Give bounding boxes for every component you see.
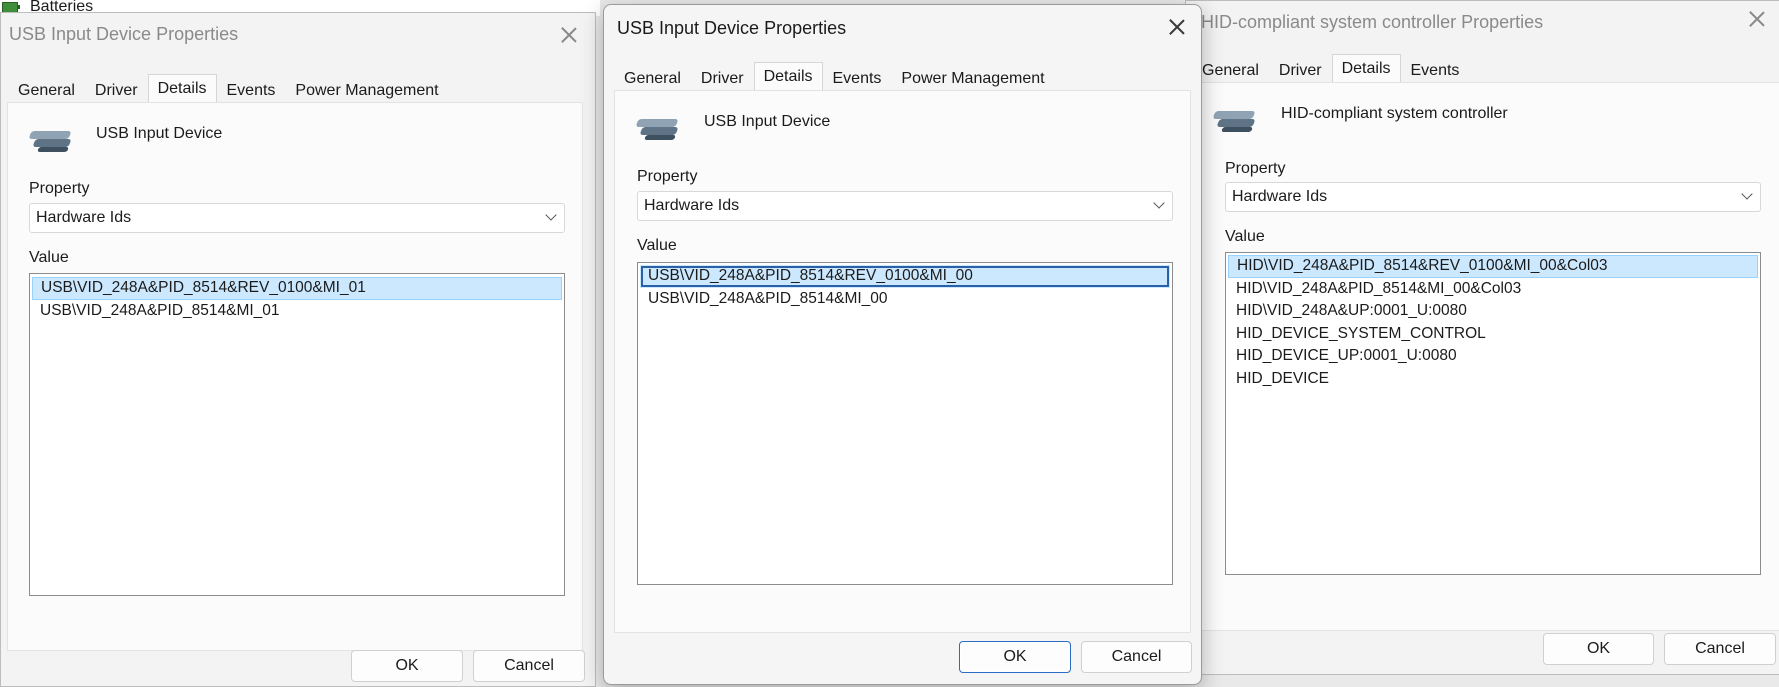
property-label: Property [637,168,698,185]
tab-events[interactable]: Events [823,66,892,91]
tab-power-management[interactable]: Power Management [891,66,1054,91]
value-list[interactable]: USB\VID_248A&PID_8514&REV_0100&MI_01 USB… [29,273,565,596]
tab-strip: General Driver Details Events [1192,54,1470,84]
hid-device-icon [1212,105,1258,135]
tab-strip: General Driver Details Events Power Mana… [8,74,449,104]
property-dropdown[interactable]: Hardware Ids [29,203,565,233]
tab-events[interactable]: Events [217,78,286,103]
list-item[interactable]: USB\VID_248A&PID_8514&MI_00 [640,288,1170,311]
close-icon[interactable] [1745,7,1769,31]
value-label: Value [1225,228,1265,245]
close-icon[interactable] [1165,15,1189,39]
usb-device-icon [28,125,74,155]
usb-device-icon [635,113,681,143]
ok-button[interactable]: OK [1543,633,1654,665]
dialog-title: HID-compliant system controller Properti… [1201,12,1544,32]
chevron-down-icon [1153,197,1165,209]
tab-power-management[interactable]: Power Management [285,78,448,103]
property-dropdown-value: Hardware Ids [644,197,740,214]
tab-details[interactable]: Details [147,74,217,104]
tab-events[interactable]: Events [1401,58,1470,83]
property-dropdown-value: Hardware Ids [36,209,132,226]
dialog-title: USB Input Device Properties [9,24,239,44]
properties-dialog-usb-mi00: USB Input Device Properties General Driv… [603,4,1202,685]
list-item[interactable]: HID\VID_248A&PID_8514&REV_0100&MI_00&Col… [1228,255,1758,278]
property-dropdown[interactable]: Hardware Ids [637,191,1173,221]
tab-details[interactable]: Details [753,62,823,92]
tab-general[interactable]: General [1192,58,1269,83]
close-icon[interactable] [557,23,581,47]
dialog-titlebar[interactable]: USB Input Device Properties [1,13,595,57]
tab-driver[interactable]: Driver [1269,58,1332,83]
properties-dialog-hid-system-controller: HID-compliant system controller Properti… [1185,0,1779,675]
ok-button[interactable]: OK [959,641,1071,673]
list-item[interactable]: USB\VID_248A&PID_8514&REV_0100&MI_00 [640,265,1170,288]
cancel-button[interactable]: Cancel [473,650,585,682]
dialog-title: USB Input Device Properties [617,18,847,38]
list-item[interactable]: HID_DEVICE_UP:0001_U:0080 [1228,345,1758,368]
value-label: Value [29,249,69,266]
chevron-down-icon [1741,188,1753,200]
details-panel: USB Input Device Property Hardware Ids V… [614,90,1191,633]
details-panel: USB Input Device Property Hardware Ids V… [7,102,583,651]
properties-dialog-usb-mi01: USB Input Device Properties General Driv… [0,12,596,687]
value-list[interactable]: HID\VID_248A&PID_8514&REV_0100&MI_00&Col… [1225,252,1761,575]
list-item[interactable]: USB\VID_248A&PID_8514&MI_01 [32,300,562,323]
device-name: HID-compliant system controller [1281,105,1508,122]
dialog-titlebar[interactable]: HID-compliant system controller Properti… [1186,1,1779,45]
property-dropdown-value: Hardware Ids [1232,188,1328,205]
tab-details[interactable]: Details [1331,54,1401,84]
list-item[interactable]: HID_DEVICE_SYSTEM_CONTROL [1228,323,1758,346]
value-list[interactable]: USB\VID_248A&PID_8514&REV_0100&MI_00 USB… [637,262,1173,585]
list-item[interactable]: HID_DEVICE [1228,368,1758,391]
ok-button[interactable]: OK [351,650,463,682]
details-panel: HID-compliant system controller Property… [1191,82,1779,631]
list-item[interactable]: HID\VID_248A&UP:0001_U:0080 [1228,300,1758,323]
property-dropdown[interactable]: Hardware Ids [1225,182,1761,212]
device-name: USB Input Device [704,113,831,130]
device-name: USB Input Device [96,125,223,142]
value-label: Value [637,237,677,254]
tab-general[interactable]: General [8,78,85,103]
cancel-button[interactable]: Cancel [1664,633,1776,665]
tab-driver[interactable]: Driver [691,66,754,91]
property-label: Property [1225,160,1286,177]
list-item[interactable]: USB\VID_248A&PID_8514&REV_0100&MI_01 [32,277,562,300]
chevron-down-icon [545,209,557,221]
tab-general[interactable]: General [614,66,691,91]
cancel-button[interactable]: Cancel [1081,641,1192,673]
property-label: Property [29,180,90,197]
list-item[interactable]: HID\VID_248A&PID_8514&MI_00&Col03 [1228,278,1758,301]
dialog-titlebar[interactable]: USB Input Device Properties [604,5,1201,49]
tab-strip: General Driver Details Events Power Mana… [614,62,1055,92]
tab-driver[interactable]: Driver [85,78,148,103]
